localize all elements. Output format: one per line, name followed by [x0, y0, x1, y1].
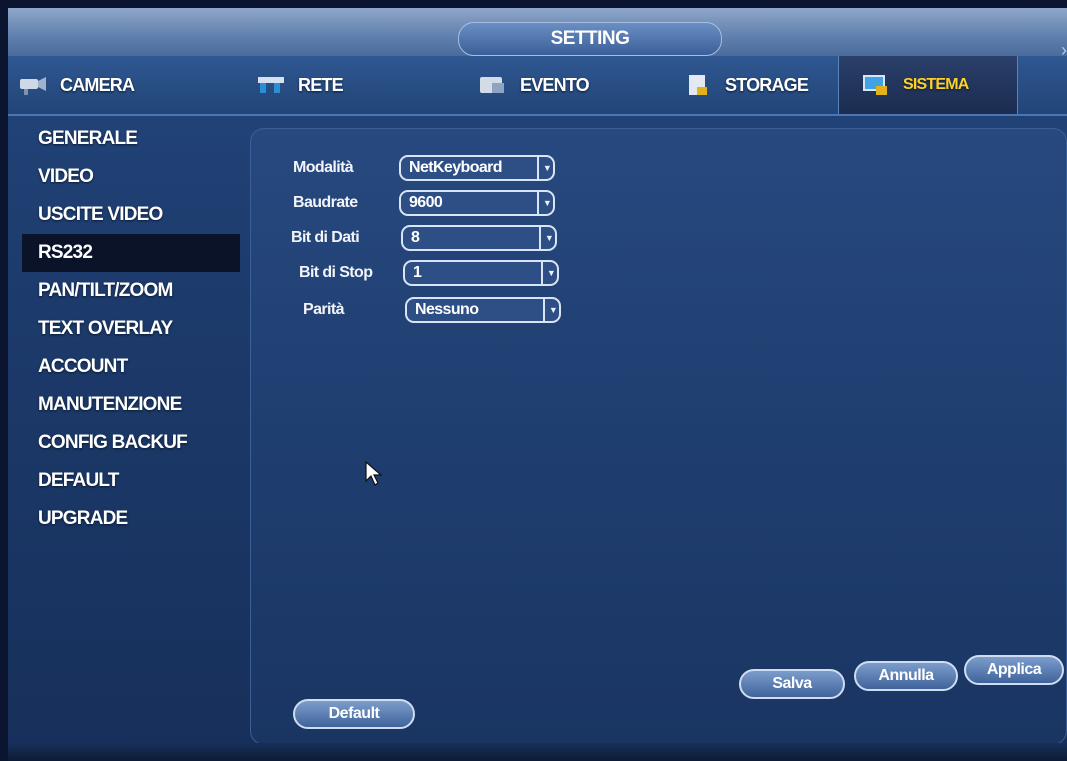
parita-row: Parità Nessuno ▼	[251, 295, 651, 325]
sidebar-item-manutenzione[interactable]: MANUTENZIONE	[22, 386, 240, 424]
chevron-down-icon[interactable]: ▼	[541, 260, 559, 286]
sidebar-item-text-overlay[interactable]: TEXT OVERLAY	[22, 310, 240, 348]
parita-select[interactable]: Nessuno ▼	[405, 297, 561, 323]
sidebar-item-upgrade[interactable]: UPGRADE	[22, 500, 240, 538]
tab-storage[interactable]: STORAGE	[683, 56, 809, 114]
bit-di-dati-value: 8	[411, 229, 420, 246]
chevron-down-icon[interactable]: ▼	[537, 155, 555, 181]
bit-di-dati-label: Bit di Dati	[291, 229, 360, 246]
annulla-button[interactable]: Annulla	[854, 661, 958, 691]
network-icon	[258, 77, 284, 93]
sidebar-item-default[interactable]: DEFAULT	[22, 462, 240, 500]
sidebar-menu: GENERALE VIDEO USCITE VIDEO RS232 PAN/TI…	[22, 120, 240, 538]
parita-label: Parità	[303, 301, 344, 318]
chevron-down-icon[interactable]: ▼	[543, 297, 561, 323]
sidebar-item-generale[interactable]: GENERALE	[22, 120, 240, 158]
baudrate-row: Baudrate 9600 ▼	[251, 188, 651, 218]
main-tab-bar: CAMERA RETE EVENTO STORAGE SISTEMA	[8, 56, 1067, 116]
sidebar-item-pan-tilt-zoom[interactable]: PAN/TILT/ZOOM	[22, 272, 240, 310]
screen-bottom-edge	[8, 743, 1067, 761]
system-icon	[863, 75, 887, 95]
title-bar: SETTING ›	[8, 8, 1067, 60]
tab-camera[interactable]: CAMERA	[18, 56, 135, 114]
bit-di-stop-value: 1	[413, 264, 422, 281]
camera-icon	[20, 77, 46, 95]
mouse-pointer-icon	[365, 461, 383, 486]
salva-button[interactable]: Salva	[739, 669, 845, 699]
applica-button[interactable]: Applica	[964, 655, 1064, 685]
rs232-settings-panel: Modalità NetKeyboard ▼ Baudrate 9600 ▼ B…	[250, 128, 1067, 745]
modalita-label: Modalità	[293, 159, 354, 176]
tab-label: SISTEMA	[903, 76, 969, 93]
tab-rete[interactable]: RETE	[256, 56, 344, 114]
default-button[interactable]: Default	[293, 699, 415, 729]
sidebar-item-account[interactable]: ACCOUNT	[22, 348, 240, 386]
storage-icon	[689, 75, 707, 95]
bit-di-stop-row: Bit di Stop 1 ▼	[251, 258, 651, 288]
baudrate-label: Baudrate	[293, 194, 358, 211]
event-icon	[480, 77, 504, 93]
sidebar-item-rs232[interactable]: RS232	[22, 234, 240, 272]
tab-evento[interactable]: EVENTO	[478, 56, 590, 114]
baudrate-value: 9600	[409, 194, 443, 211]
parita-value: Nessuno	[415, 301, 479, 318]
tab-label: CAMERA	[60, 74, 135, 95]
sidebar-item-config-backup[interactable]: CONFIG BACKUF	[22, 424, 240, 462]
bit-di-dati-row: Bit di Dati 8 ▼	[251, 223, 651, 253]
sidebar-item-video[interactable]: VIDEO	[22, 158, 240, 196]
tab-sistema[interactable]: SISTEMA	[838, 56, 1018, 114]
tab-label: RETE	[298, 74, 344, 95]
window-title: SETTING	[458, 22, 722, 56]
tab-label: STORAGE	[725, 74, 809, 95]
sidebar-item-uscite-video[interactable]: USCITE VIDEO	[22, 196, 240, 234]
setting-window: SETTING › CAMERA RETE EVENTO STORAGE SIS…	[8, 8, 1067, 761]
bit-di-stop-label: Bit di Stop	[299, 264, 373, 281]
modalita-row: Modalità NetKeyboard ▼	[251, 153, 651, 183]
chevron-down-icon[interactable]: ▼	[539, 225, 557, 251]
bit-di-dati-select[interactable]: 8 ▼	[401, 225, 557, 251]
modalita-select[interactable]: NetKeyboard ▼	[399, 155, 555, 181]
modalita-value: NetKeyboard	[409, 159, 503, 176]
chevron-down-icon[interactable]: ▼	[537, 190, 555, 216]
baudrate-select[interactable]: 9600 ▼	[399, 190, 555, 216]
tab-label: EVENTO	[520, 74, 590, 95]
bit-di-stop-select[interactable]: 1 ▼	[403, 260, 559, 286]
